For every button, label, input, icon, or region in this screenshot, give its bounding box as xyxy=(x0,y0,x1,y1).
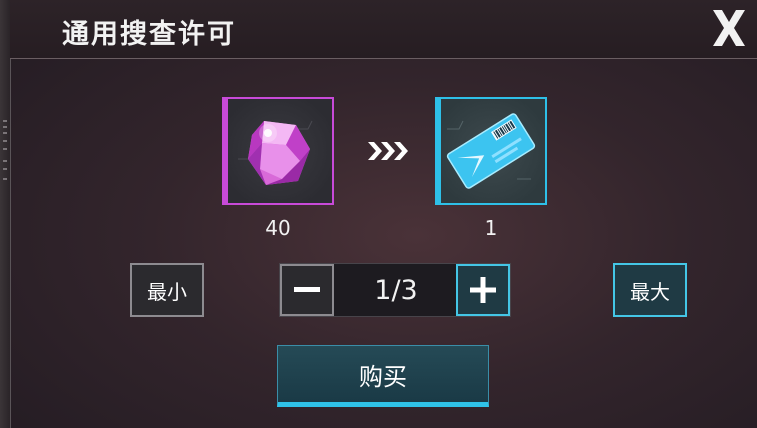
quantity-value: 1/3 xyxy=(374,274,418,306)
left-frame-border xyxy=(0,0,11,428)
cost-item-slot[interactable] xyxy=(222,97,334,205)
cost-amount: 40 xyxy=(265,216,291,240)
close-button[interactable] xyxy=(709,6,749,50)
decrease-button[interactable] xyxy=(280,264,334,316)
frame-tick xyxy=(3,148,7,150)
exchange-arrows-icon xyxy=(368,142,408,160)
dialog-header: 通用搜查许可 xyxy=(10,0,757,59)
frame-tick xyxy=(3,160,7,162)
frame-tick xyxy=(3,178,7,180)
dialog-title: 通用搜查许可 xyxy=(62,19,236,50)
minus-icon xyxy=(294,287,320,292)
reward-item-slot[interactable] xyxy=(435,97,547,205)
frame-tick xyxy=(3,120,7,122)
pink-crystal-icon xyxy=(238,120,313,185)
frame-tick xyxy=(3,126,7,128)
frame-tick xyxy=(3,132,7,134)
min-button[interactable]: 最小 xyxy=(130,263,204,317)
buy-button[interactable]: 购买 xyxy=(277,345,489,407)
frame-tick xyxy=(3,168,7,170)
close-icon xyxy=(713,10,745,46)
plus-icon xyxy=(470,277,496,303)
reward-amount: 1 xyxy=(484,216,498,240)
blue-ticket-icon xyxy=(446,113,536,189)
frame-tick xyxy=(3,140,7,142)
max-button[interactable]: 最大 xyxy=(613,263,687,317)
quantity-stepper: 1/3 xyxy=(279,263,511,317)
increase-button[interactable] xyxy=(456,264,510,316)
